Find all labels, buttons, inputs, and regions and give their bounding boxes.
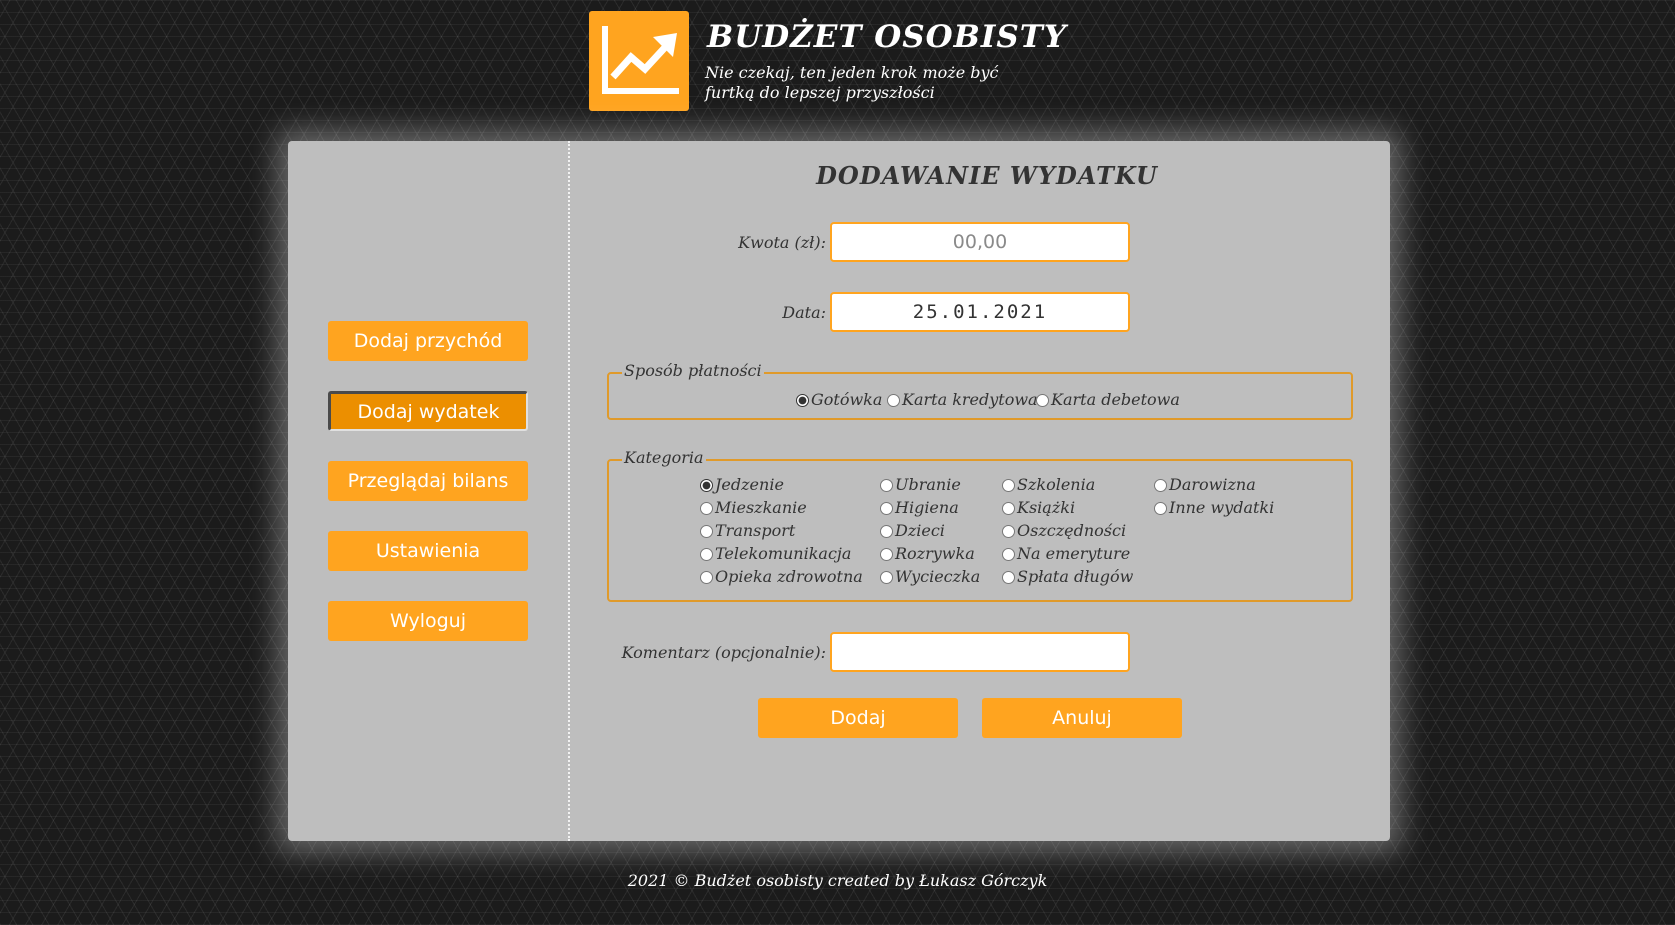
panel-divider bbox=[568, 141, 570, 841]
date-input[interactable] bbox=[830, 292, 1130, 332]
category-radio[interactable] bbox=[880, 501, 893, 515]
category-option[interactable]: Inne wydatki bbox=[1154, 498, 1274, 518]
category-radio[interactable] bbox=[700, 547, 713, 561]
category-option[interactable]: Na emeryture bbox=[1002, 544, 1130, 564]
payment-credit-card-radio[interactable] bbox=[887, 393, 900, 407]
footer-text: 2021 © Budżet osobisty created by Łukasz… bbox=[627, 871, 1048, 890]
comment-label: Komentarz (opcjonalnie): bbox=[621, 643, 826, 662]
category-option[interactable]: Rozrywka bbox=[880, 544, 975, 564]
category-radio[interactable] bbox=[1154, 478, 1167, 492]
category-radio[interactable] bbox=[1002, 570, 1015, 584]
nav-add-income-button[interactable]: Dodaj przychód bbox=[328, 321, 528, 361]
nav-settings-button[interactable]: Ustawienia bbox=[328, 531, 528, 571]
category-option[interactable]: Szkolenia bbox=[1002, 475, 1095, 495]
category-radio[interactable] bbox=[700, 501, 713, 515]
nav-view-balance-button[interactable]: Przeglądaj bilans bbox=[328, 461, 528, 501]
date-label: Data: bbox=[782, 303, 826, 322]
category-option[interactable]: Wycieczka bbox=[880, 567, 980, 587]
category-option[interactable]: Spłata długów bbox=[1002, 567, 1133, 587]
payment-option-debit-card[interactable]: Karta debetowa bbox=[1036, 390, 1180, 410]
category-fieldset: Kategoria Jedzenie Mieszkanie Transport … bbox=[607, 448, 1353, 602]
payment-method-legend: Sposób płatności bbox=[622, 361, 764, 381]
category-radio[interactable] bbox=[1154, 501, 1167, 515]
nav-logout-button[interactable]: Wyloguj bbox=[328, 601, 528, 641]
payment-cash-radio[interactable] bbox=[796, 393, 809, 407]
category-radio[interactable] bbox=[880, 570, 893, 584]
category-radio[interactable] bbox=[700, 570, 713, 584]
category-option[interactable]: Dzieci bbox=[880, 521, 945, 541]
chart-trending-up-icon bbox=[602, 26, 679, 94]
payment-option-cash[interactable]: Gotówka bbox=[796, 390, 882, 410]
category-option[interactable]: Telekomunikacja bbox=[700, 544, 851, 564]
cancel-button[interactable]: Anuluj bbox=[982, 698, 1182, 738]
comment-input[interactable] bbox=[830, 632, 1130, 672]
site-subtitle: Nie czekaj, ten jeden krok może być furt… bbox=[705, 63, 999, 102]
logo bbox=[589, 11, 689, 111]
amount-label: Kwota (zł): bbox=[738, 233, 826, 252]
category-radio[interactable] bbox=[880, 547, 893, 561]
amount-input[interactable] bbox=[830, 222, 1130, 262]
submit-button[interactable]: Dodaj bbox=[758, 698, 958, 738]
payment-debit-card-radio[interactable] bbox=[1036, 393, 1049, 407]
category-radio[interactable] bbox=[1002, 547, 1015, 561]
category-option[interactable]: Transport bbox=[700, 521, 795, 541]
category-option[interactable]: Darowizna bbox=[1154, 475, 1256, 495]
category-radio[interactable] bbox=[1002, 524, 1015, 538]
category-radio[interactable] bbox=[880, 478, 893, 492]
category-option[interactable]: Mieszkanie bbox=[700, 498, 807, 518]
category-radio[interactable] bbox=[700, 524, 713, 538]
site-title: BUDŻET OSOBISTY bbox=[707, 19, 1067, 55]
category-option[interactable]: Opieka zdrowotna bbox=[700, 567, 863, 587]
main-panel: Dodaj przychód Dodaj wydatek Przeglądaj … bbox=[288, 141, 1390, 841]
category-option[interactable]: Książki bbox=[1002, 498, 1075, 518]
category-option[interactable]: Ubranie bbox=[880, 475, 961, 495]
nav-add-expense-button[interactable]: Dodaj wydatek bbox=[328, 391, 528, 431]
category-radio[interactable] bbox=[1002, 478, 1015, 492]
category-option[interactable]: Higiena bbox=[880, 498, 959, 518]
category-radio[interactable] bbox=[700, 478, 713, 492]
category-option[interactable]: Jedzenie bbox=[700, 475, 784, 495]
category-legend: Kategoria bbox=[622, 448, 706, 468]
category-option[interactable]: Oszczędności bbox=[1002, 521, 1126, 541]
payment-method-fieldset: Sposób płatności Gotówka Karta kredytowa… bbox=[607, 361, 1353, 420]
payment-option-credit-card[interactable]: Karta kredytowa bbox=[887, 390, 1038, 410]
category-radio[interactable] bbox=[1002, 501, 1015, 515]
category-radio[interactable] bbox=[880, 524, 893, 538]
form-title: DODAWANIE WYDATKU bbox=[816, 161, 1158, 190]
